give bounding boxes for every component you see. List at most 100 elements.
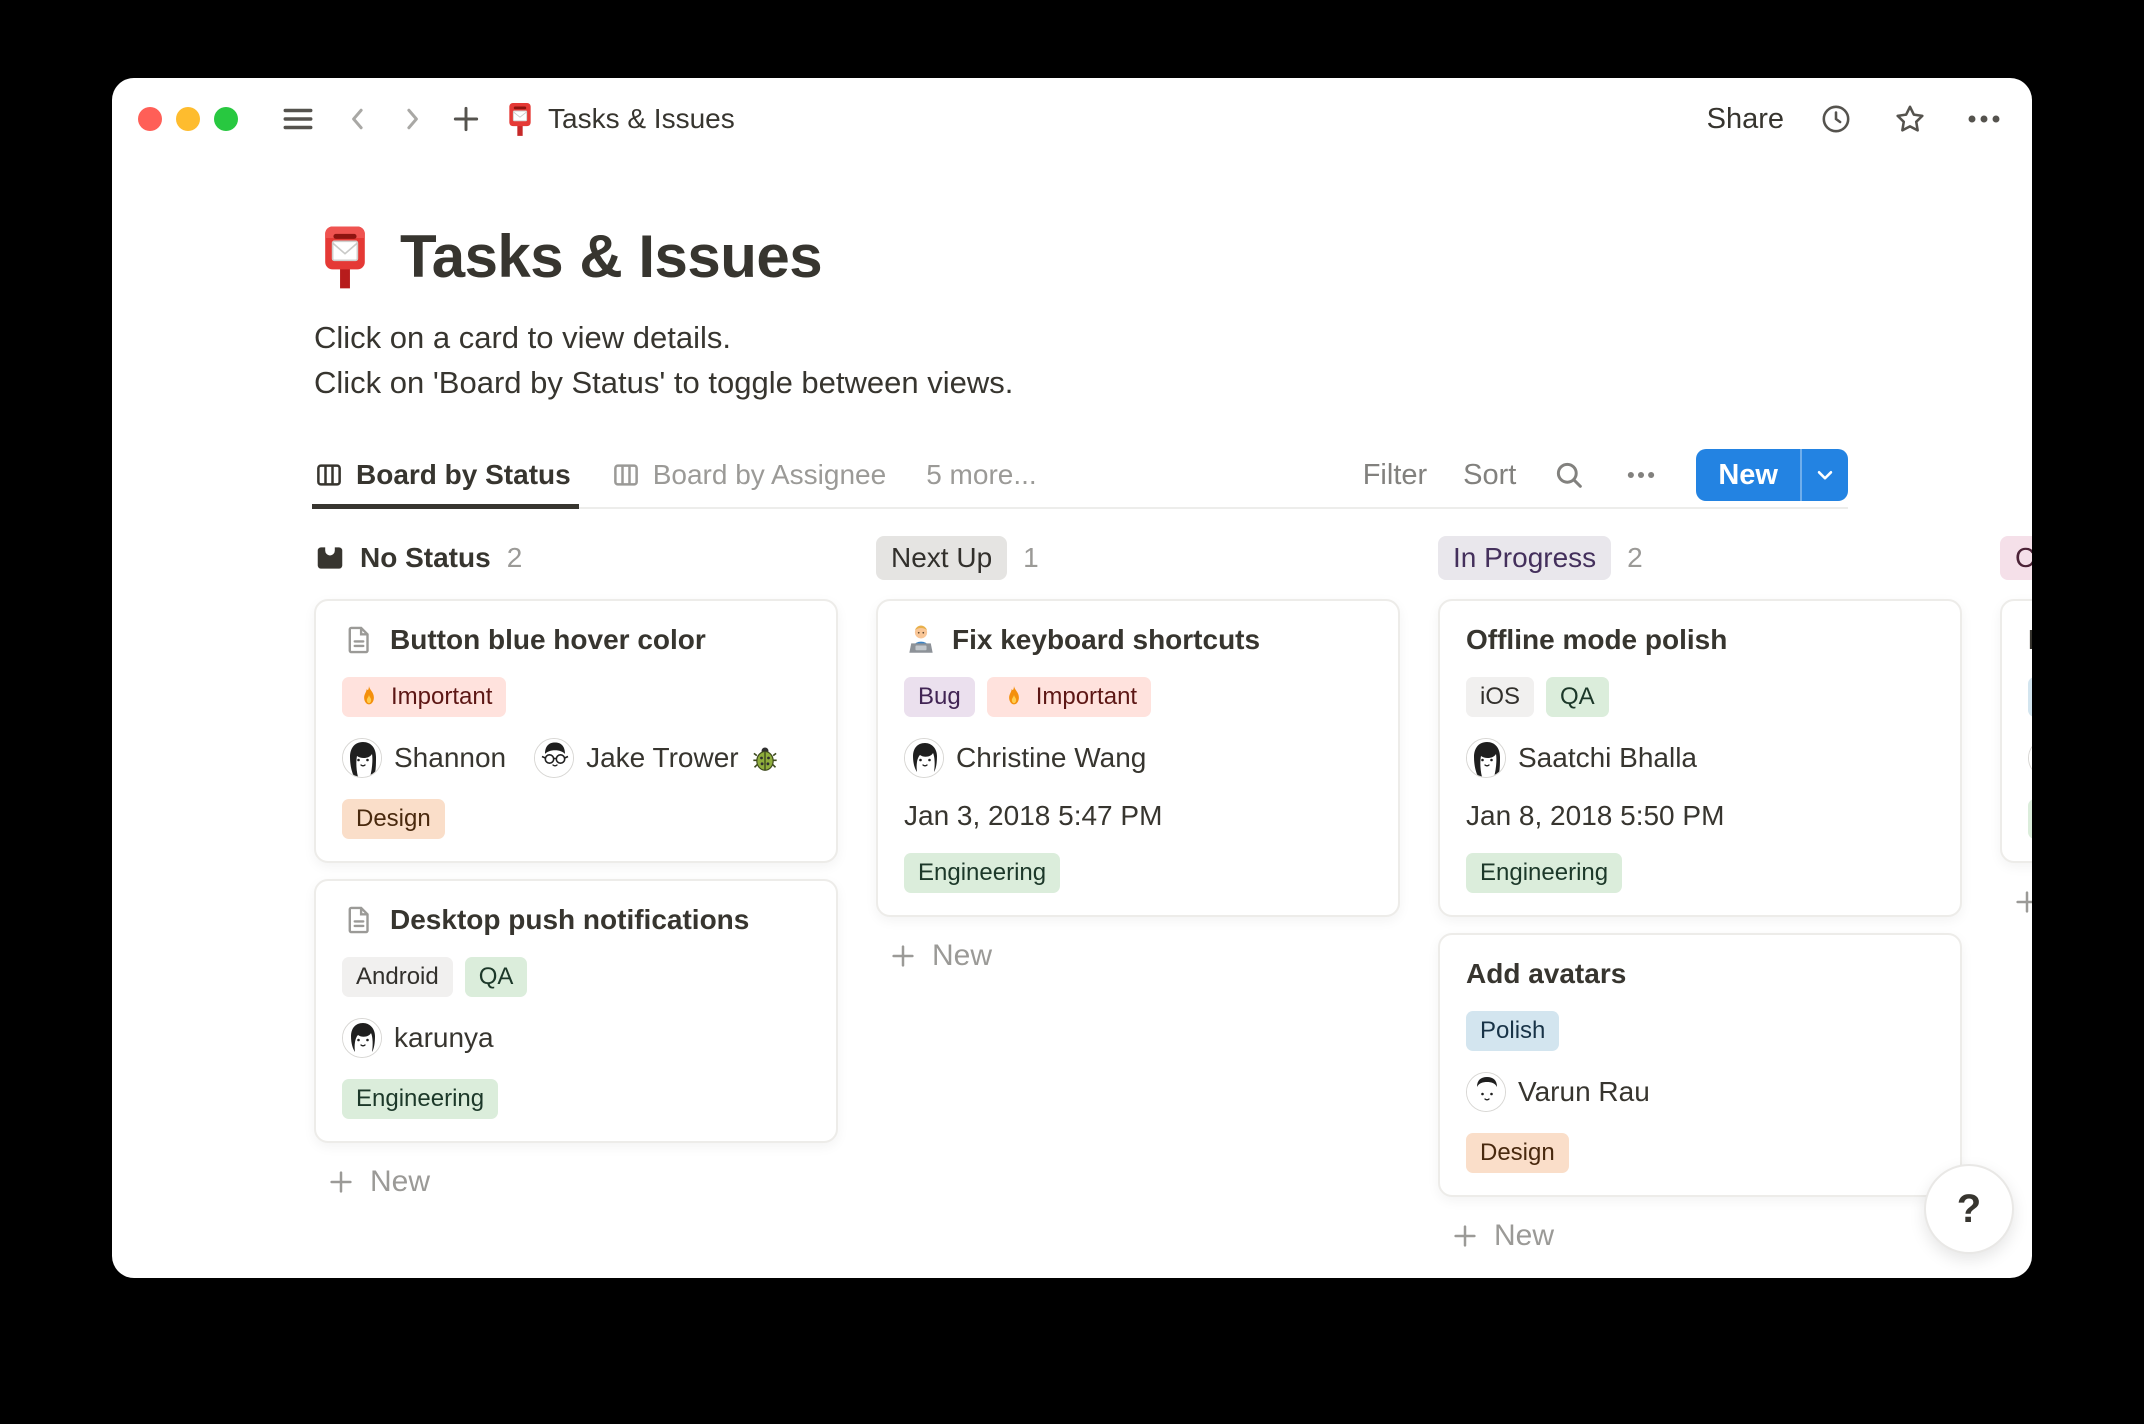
new-page-icon[interactable] <box>444 97 488 141</box>
page-icon <box>342 903 376 937</box>
new-card-button[interactable]: New <box>314 1165 838 1199</box>
updates-clock-icon[interactable] <box>1814 97 1858 141</box>
card[interactable]: RP E <box>2000 599 2032 863</box>
new-card-button[interactable]: New <box>2000 885 2032 919</box>
assignee-name: karunya <box>394 1022 494 1053</box>
card[interactable]: Offline mode polish iOS QA Saatchi Bhalla Ja… <box>1438 599 1962 917</box>
plus-icon <box>326 1167 356 1197</box>
tag-label: Android <box>356 963 439 990</box>
column-header[interactable]: In Progress 2 <box>1438 535 1962 581</box>
tab-label: Board by Status <box>356 459 571 490</box>
card-title: Desktop push notifications <box>390 904 750 935</box>
beetle-icon <box>751 744 779 772</box>
card-title: Offline mode polish <box>1466 624 1728 655</box>
new-card-label: New <box>932 939 993 972</box>
tag: QA <box>464 957 528 997</box>
board-column: No Status 2 Button blue hover color Importa… <box>314 535 838 1253</box>
technologist-icon <box>904 623 938 657</box>
avatar <box>342 738 382 778</box>
card-date: Jan 8, 2018 5:50 PM <box>1466 800 1725 831</box>
plus-icon <box>1450 1221 1480 1251</box>
view-options-icon[interactable] <box>1622 458 1660 492</box>
column-header[interactable]: Next Up 1 <box>876 535 1400 581</box>
inbox-icon <box>314 542 346 574</box>
card[interactable]: Button blue hover color Important Shannon J… <box>314 599 838 863</box>
plus-icon <box>888 941 918 971</box>
close-button[interactable] <box>138 107 162 131</box>
column-count: 1 <box>1023 542 1039 573</box>
tag-label: Design <box>356 805 431 832</box>
sort-button[interactable]: Sort <box>1463 459 1516 492</box>
column-header[interactable]: C <box>2000 535 2032 581</box>
back-icon[interactable] <box>336 97 380 141</box>
avatar <box>904 738 944 778</box>
avatar <box>1466 1072 1506 1112</box>
card-title: Add avatars <box>1466 958 1627 989</box>
tag: Design <box>342 799 445 839</box>
tab-label: Board by Assignee <box>652 459 887 490</box>
new-button[interactable]: New <box>1696 449 1800 501</box>
assignee: Varun Rau <box>1466 1072 1650 1112</box>
more-views-link[interactable]: 5 more... <box>926 443 1036 507</box>
fire-icon <box>356 684 382 710</box>
tag: Bug <box>904 677 975 717</box>
app-window: Tasks & Issues Share Tasks & Issues Clic… <box>112 78 2032 1278</box>
new-dropdown-chevron-icon[interactable] <box>1800 449 1848 501</box>
column-count: 2 <box>1627 542 1643 573</box>
tag-label: Design <box>1480 1139 1555 1166</box>
assignee-name: Varun Rau <box>1518 1076 1650 1107</box>
assignee-name: Christine Wang <box>956 742 1147 773</box>
tag: Engineering <box>342 1079 499 1119</box>
card[interactable]: Desktop push notifications Android QA karun… <box>314 879 838 1143</box>
page-description: Click on a card to view details. Click o… <box>314 315 1848 405</box>
description-line: Click on 'Board by Status' to toggle bet… <box>314 365 1014 400</box>
new-card-button[interactable]: New <box>1438 1219 1962 1253</box>
help-button[interactable]: ? <box>1924 1164 2014 1254</box>
tag: Important <box>986 677 1152 717</box>
tag-label: Engineering <box>918 859 1047 886</box>
tag-label: QA <box>478 963 514 990</box>
search-icon[interactable] <box>1552 458 1586 492</box>
favorite-star-icon[interactable] <box>1888 97 1932 141</box>
kanban-board: No Status 2 Button blue hover color Importa… <box>112 535 2032 1253</box>
assignee: Saatchi Bhalla <box>1466 738 1697 778</box>
avatar <box>1466 738 1506 778</box>
tab-board-by-assignee[interactable]: Board by Assignee <box>611 443 887 507</box>
window-title: Tasks & Issues <box>548 103 735 134</box>
card-title: Fix keyboard shortcuts <box>952 624 1261 655</box>
zoom-button[interactable] <box>214 107 238 131</box>
share-button[interactable]: Share <box>1707 103 1784 136</box>
page-postbox-icon <box>314 224 376 290</box>
tab-board-by-status[interactable]: Board by Status <box>312 443 579 509</box>
card[interactable]: Add avatars Polish Varun Rau Design <box>1438 933 1962 1197</box>
postbox-icon <box>498 97 542 141</box>
assignee-name: Shannon <box>394 742 507 773</box>
tag-label: Important <box>391 683 493 710</box>
forward-icon[interactable] <box>390 97 434 141</box>
tag: QA <box>1546 677 1609 717</box>
filter-button[interactable]: Filter <box>1363 459 1427 492</box>
more-options-icon[interactable] <box>1962 97 2006 141</box>
assignee-name: Saatchi Bhalla <box>1518 742 1698 773</box>
tag: Android <box>342 957 453 997</box>
column-count: 2 <box>506 542 523 573</box>
card[interactable]: Fix keyboard shortcuts Bug Important Christ… <box>876 599 1400 917</box>
tag-label: QA <box>1560 683 1595 710</box>
new-card-button[interactable]: New <box>876 939 1400 973</box>
board-icon <box>613 464 638 486</box>
sidebar-menu-icon[interactable] <box>276 97 320 141</box>
card-title: Button blue hover color <box>390 624 706 655</box>
avatar <box>2028 738 2032 778</box>
traffic-lights <box>138 107 238 131</box>
avatar <box>534 738 575 778</box>
tag: P <box>2028 677 2032 717</box>
board-icon <box>317 464 341 486</box>
tag-label: Important <box>1035 683 1138 710</box>
page-title: Tasks & Issues <box>400 223 823 290</box>
tag-label: Bug <box>918 683 961 710</box>
minimize-button[interactable] <box>176 107 200 131</box>
column-header[interactable]: No Status 2 <box>314 535 838 581</box>
tag-label: Engineering <box>1480 859 1609 886</box>
fire-icon <box>1001 684 1027 710</box>
tag: iOS <box>1466 677 1535 717</box>
